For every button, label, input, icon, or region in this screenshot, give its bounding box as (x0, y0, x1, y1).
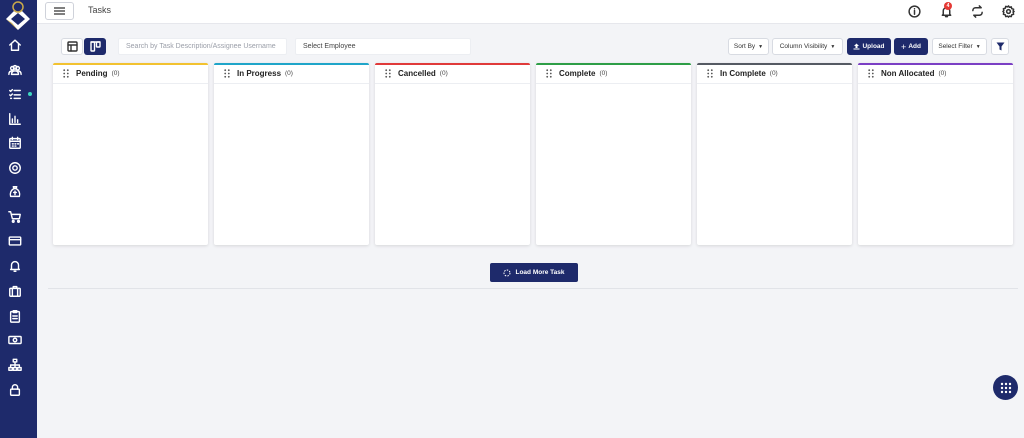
sort-by-label: Sort By (733, 43, 756, 50)
column-title: Pending (76, 69, 108, 78)
column-header[interactable]: Pending (0) (63, 69, 120, 78)
column-title: Complete (559, 69, 596, 78)
kanban-column: In Progress (0) (214, 63, 369, 245)
bell-icon[interactable] (7, 258, 23, 274)
drag-handle-icon[interactable] (868, 69, 874, 78)
column-divider (697, 83, 852, 84)
column-color-bar (858, 63, 1013, 65)
lock-icon[interactable] (7, 382, 23, 398)
content-divider (48, 288, 1018, 289)
brand-logo[interactable] (4, 1, 32, 31)
loading-spinner-icon (503, 269, 511, 276)
menu-toggle-button[interactable] (45, 2, 74, 20)
column-visibility-button[interactable]: Column Visibility ▼ (772, 38, 843, 55)
column-count: (0) (285, 70, 293, 77)
active-indicator (28, 92, 32, 96)
select-filter-button[interactable]: Select Filter ▼ (932, 38, 987, 55)
clipboard-icon[interactable] (7, 308, 23, 324)
kanban-column: Pending (0) (53, 63, 208, 245)
upload-icon (853, 43, 860, 50)
column-count: (0) (938, 70, 947, 77)
chevron-down-icon: ▼ (975, 43, 981, 50)
board-view-icon (89, 41, 101, 52)
column-visibility-label: Column Visibility (779, 43, 828, 50)
top-header: Tasks (37, 0, 1024, 24)
org-chart-icon[interactable] (7, 357, 23, 373)
column-divider (53, 83, 208, 84)
upload-label: Upload (862, 43, 885, 50)
column-divider (214, 83, 369, 84)
home-icon[interactable] (7, 37, 23, 53)
load-more-label: Load More Task (515, 269, 565, 276)
column-title: In Complete (720, 69, 766, 78)
apps-menu-button[interactable] (993, 375, 1018, 400)
select-filter-label: Select Filter (938, 43, 973, 50)
kanban-column: Non Allocated (0) (858, 63, 1013, 245)
column-header[interactable]: Non Allocated (0) (868, 69, 946, 78)
sort-by-button[interactable]: Sort By ▼ (728, 38, 769, 55)
column-header[interactable]: In Complete (0) (707, 69, 778, 78)
column-count: (0) (111, 70, 120, 77)
column-color-bar (375, 63, 530, 65)
chevron-down-icon: ▼ (758, 43, 764, 50)
column-count: (0) (769, 70, 778, 77)
column-divider (536, 83, 691, 84)
filter-button[interactable] (991, 38, 1009, 55)
column-divider (858, 83, 1013, 84)
add-label: Add (908, 43, 921, 50)
kanban-column: In Complete (0) (697, 63, 852, 245)
table-view-icon (66, 41, 78, 52)
column-header[interactable]: Complete (0) (546, 69, 607, 78)
column-divider (375, 83, 530, 84)
drag-handle-icon[interactable] (546, 69, 552, 78)
kanban-column: Cancelled (0) (375, 63, 530, 245)
column-count: (0) (599, 70, 608, 77)
add-button[interactable]: + Add (894, 38, 928, 55)
kanban-column: Complete (0) (536, 63, 691, 245)
credit-card-icon[interactable] (7, 233, 23, 249)
drag-handle-icon[interactable] (385, 69, 391, 78)
hamburger-icon (54, 7, 65, 15)
cash-icon[interactable] (7, 332, 23, 348)
info-icon[interactable] (907, 4, 921, 18)
plus-icon: + (901, 41, 907, 52)
cart-icon[interactable] (7, 209, 23, 225)
calendar-icon[interactable] (7, 135, 23, 151)
task-list-icon[interactable] (7, 86, 23, 102)
table-view-button[interactable] (61, 38, 83, 55)
column-header[interactable]: Cancelled (0) (385, 69, 448, 78)
chevron-down-icon: ▼ (830, 43, 836, 50)
column-count: (0) (439, 70, 448, 77)
page-title: Tasks (88, 5, 112, 15)
column-color-bar (53, 63, 208, 65)
task-search-input[interactable]: Search by Task Description/Assignee User… (118, 38, 287, 55)
column-title: Cancelled (398, 69, 436, 78)
drag-handle-icon[interactable] (63, 69, 69, 78)
notification-badge: 4 (944, 2, 952, 10)
users-icon[interactable] (7, 62, 23, 78)
drag-handle-icon[interactable] (707, 69, 713, 78)
sync-icon[interactable] (970, 4, 984, 18)
column-title: In Progress (237, 69, 282, 78)
settings-gear-icon[interactable] (1001, 4, 1015, 18)
briefcase-icon[interactable] (7, 283, 23, 299)
column-color-bar (536, 63, 691, 65)
upload-button[interactable]: Upload (847, 38, 891, 55)
employee-select[interactable]: Select Employee (295, 38, 471, 55)
column-color-bar (697, 63, 852, 65)
target-icon[interactable] (7, 160, 23, 176)
column-color-bar (214, 63, 369, 65)
board-view-button[interactable] (84, 38, 106, 55)
drag-handle-icon[interactable] (224, 69, 230, 78)
filter-icon (996, 42, 1004, 51)
column-title: Non Allocated (881, 69, 935, 78)
column-header[interactable]: In Progress (0) (224, 69, 293, 78)
bar-chart-icon[interactable] (7, 111, 23, 127)
load-more-tasks-button[interactable]: Load More Task (490, 263, 578, 282)
money-bag-icon[interactable] (7, 184, 23, 200)
sidebar (0, 0, 37, 438)
apps-grid-icon (1000, 382, 1011, 393)
